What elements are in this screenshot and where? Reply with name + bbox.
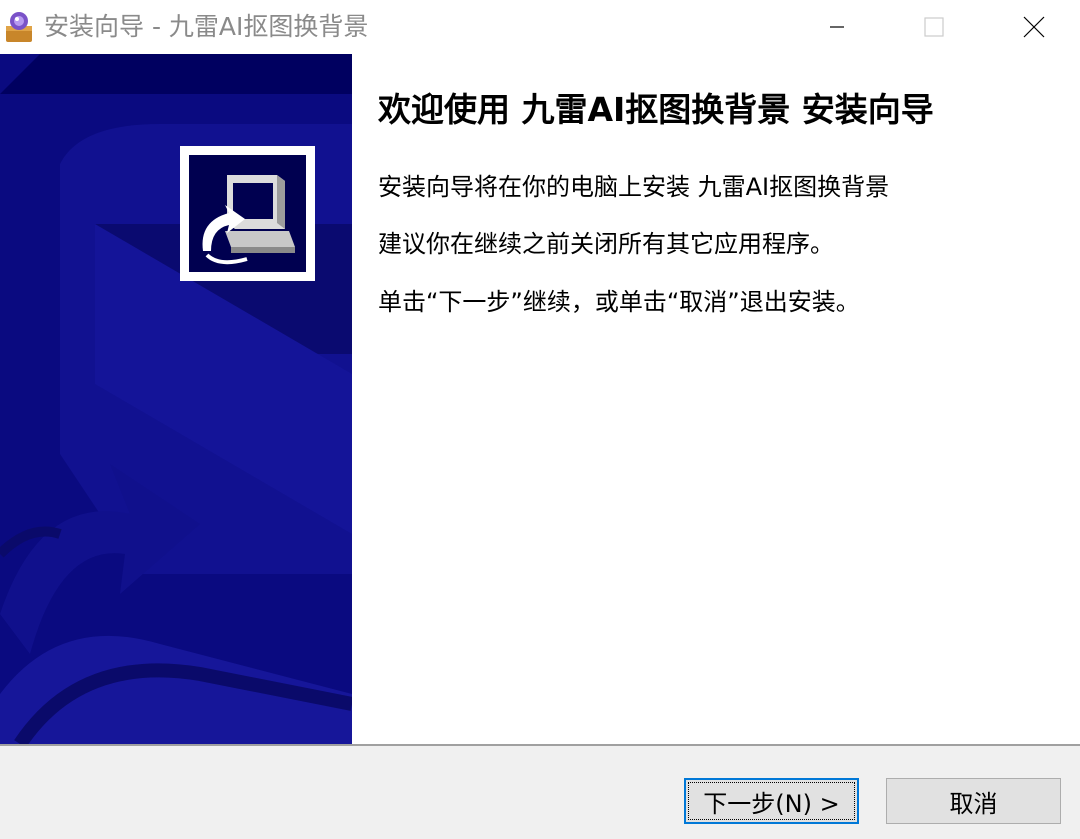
cancel-button[interactable]: 取消 — [886, 778, 1061, 824]
install-description: 安装向导将在你的电脑上安装 九雷AI抠图换背景 — [378, 173, 890, 201]
close-icon — [1023, 16, 1045, 38]
maximize-button[interactable] — [888, 0, 980, 54]
installer-window: 安装向导 - 九雷AI抠图换背景 欢迎使用 九雷AI抠图换背景 安装向导 安装向… — [0, 0, 1080, 839]
close-button[interactable] — [988, 0, 1080, 54]
app-icon — [3, 10, 35, 44]
close-apps-advice: 建议你在继续之前关闭所有其它应用程序。 — [378, 230, 834, 258]
next-button[interactable]: 下一步(N) > — [684, 778, 859, 824]
welcome-heading: 欢迎使用 九雷AI抠图换背景 安装向导 — [378, 90, 934, 129]
title-bar[interactable]: 安装向导 - 九雷AI抠图换背景 — [0, 0, 1080, 54]
installer-logo — [180, 146, 315, 281]
wizard-banner — [0, 54, 352, 744]
maximize-icon — [924, 17, 944, 37]
minimize-icon — [830, 26, 844, 28]
continue-instructions: 单击“下一步”继续，或单击“取消”退出安装。 — [378, 288, 860, 316]
wizard-content — [352, 54, 1080, 744]
minimize-button[interactable] — [791, 0, 883, 54]
window-title: 安装向导 - 九雷AI抠图换背景 — [44, 12, 369, 41]
installer-computer-icon — [189, 155, 306, 272]
